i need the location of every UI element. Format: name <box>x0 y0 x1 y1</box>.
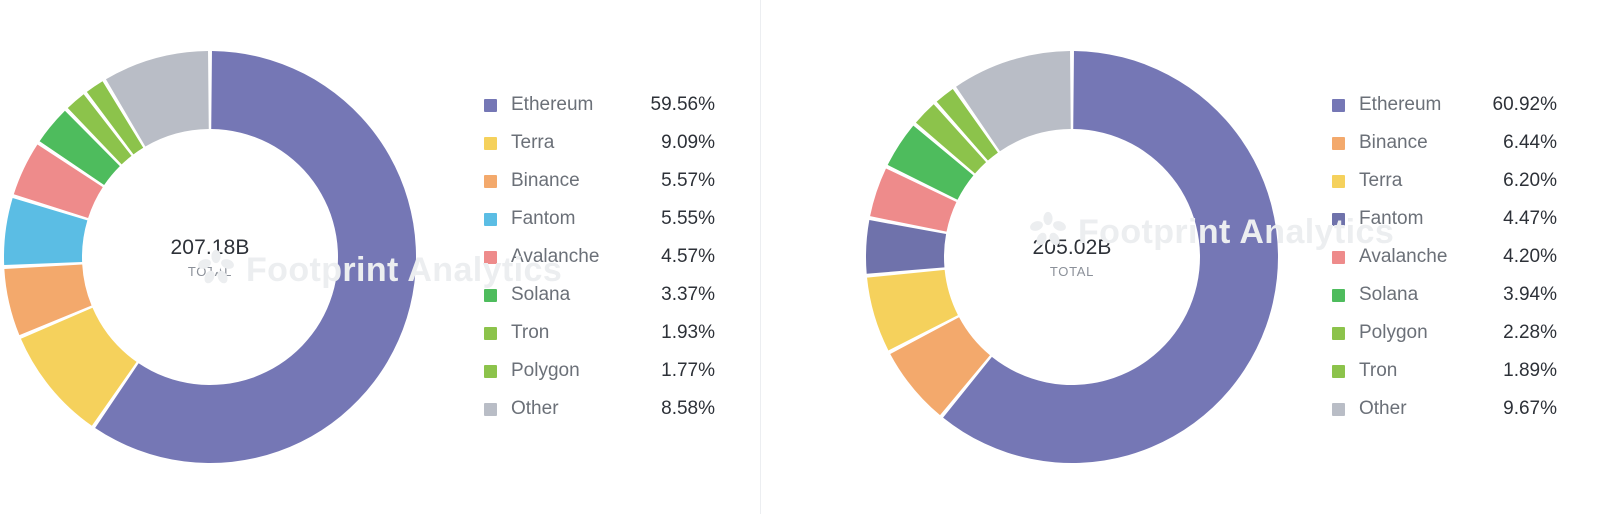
legend-item-value: 8.58% <box>637 398 715 420</box>
legend-row[interactable]: Other8.58% <box>484 390 715 428</box>
donut-svg-right[interactable] <box>852 37 1292 477</box>
legend-color-swatch <box>484 175 497 188</box>
legend-color-swatch <box>1332 327 1345 340</box>
legend-row[interactable]: Fantom5.55% <box>484 200 715 238</box>
legend-row[interactable]: Terra9.09% <box>484 124 715 162</box>
legend-color-swatch <box>484 327 497 340</box>
legend-item-value: 6.20% <box>1477 170 1557 192</box>
legend-item-value: 1.89% <box>1477 360 1557 382</box>
legend-color-swatch <box>484 403 497 416</box>
legend-item-label: Fantom <box>1359 208 1477 230</box>
legend-row[interactable]: Tron1.93% <box>484 314 715 352</box>
legend-color-swatch <box>484 99 497 112</box>
legend-item-label: Other <box>1359 398 1477 420</box>
legend-row[interactable]: Binance5.57% <box>484 162 715 200</box>
legend-color-swatch <box>1332 289 1345 302</box>
legend-row[interactable]: Polygon2.28% <box>1332 314 1557 352</box>
legend-item-value: 60.92% <box>1477 94 1557 116</box>
legend-item-label: Fantom <box>511 208 637 230</box>
legend-item-value: 3.94% <box>1477 284 1557 306</box>
legend-row[interactable]: Solana3.94% <box>1332 276 1557 314</box>
chart-panel-right: 205.02B TOTAL Ethereum60.92%Binance6.44%… <box>760 0 1600 514</box>
legend-item-value: 1.93% <box>637 322 715 344</box>
legend-item-value: 6.44% <box>1477 132 1557 154</box>
legend-item-value: 5.55% <box>637 208 715 230</box>
legend-item-value: 4.47% <box>1477 208 1557 230</box>
legend-item-label: Tron <box>1359 360 1477 382</box>
donut-svg-left[interactable] <box>0 37 430 477</box>
legend-item-label: Avalanche <box>511 246 637 268</box>
legend-row[interactable]: Polygon1.77% <box>484 352 715 390</box>
legend-row[interactable]: Other9.67% <box>1332 390 1557 428</box>
legend-color-swatch <box>1332 99 1345 112</box>
legend-color-swatch <box>1332 213 1345 226</box>
legend-row[interactable]: Ethereum59.56% <box>484 86 715 124</box>
legend-item-label: Tron <box>511 322 637 344</box>
legend-item-label: Solana <box>511 284 637 306</box>
legend-color-swatch <box>1332 365 1345 378</box>
legend-item-value: 9.67% <box>1477 398 1557 420</box>
legend-row[interactable]: Fantom4.47% <box>1332 200 1557 238</box>
legend-item-value: 1.77% <box>637 360 715 382</box>
chart-panel-left: 207.18B TOTAL Ethereum59.56%Terra9.09%Bi… <box>0 0 760 514</box>
legend-item-value: 3.37% <box>637 284 715 306</box>
donut-chart-left[interactable]: 207.18B TOTAL <box>0 37 430 477</box>
legend-item-label: Terra <box>1359 170 1477 192</box>
dual-donut-chart-board: 207.18B TOTAL Ethereum59.56%Terra9.09%Bi… <box>0 0 1600 514</box>
legend-item-value: 4.57% <box>637 246 715 268</box>
legend-row[interactable]: Avalanche4.57% <box>484 238 715 276</box>
legend-item-label: Ethereum <box>511 94 637 116</box>
legend-color-swatch <box>1332 137 1345 150</box>
legend-item-label: Polygon <box>511 360 637 382</box>
legend-row[interactable]: Solana3.37% <box>484 276 715 314</box>
legend-item-label: Binance <box>1359 132 1477 154</box>
legend-row[interactable]: Tron1.89% <box>1332 352 1557 390</box>
legend-color-swatch <box>484 251 497 264</box>
legend-item-value: 2.28% <box>1477 322 1557 344</box>
legend-item-value: 59.56% <box>637 94 715 116</box>
legend-item-label: Polygon <box>1359 322 1477 344</box>
legend-item-label: Other <box>511 398 637 420</box>
legend-left: Ethereum59.56%Terra9.09%Binance5.57%Fant… <box>484 86 715 428</box>
legend-row[interactable]: Binance6.44% <box>1332 124 1557 162</box>
legend-item-value: 5.57% <box>637 170 715 192</box>
legend-color-swatch <box>484 213 497 226</box>
legend-color-swatch <box>1332 251 1345 264</box>
legend-row[interactable]: Avalanche4.20% <box>1332 238 1557 276</box>
legend-color-swatch <box>484 365 497 378</box>
donut-chart-right[interactable]: 205.02B TOTAL <box>852 37 1292 477</box>
legend-item-label: Binance <box>511 170 637 192</box>
legend-item-value: 9.09% <box>637 132 715 154</box>
legend-color-swatch <box>484 137 497 150</box>
panel-divider <box>760 0 761 514</box>
legend-item-label: Solana <box>1359 284 1477 306</box>
legend-right: Ethereum60.92%Binance6.44%Terra6.20%Fant… <box>1332 86 1557 428</box>
legend-row[interactable]: Terra6.20% <box>1332 162 1557 200</box>
legend-item-value: 4.20% <box>1477 246 1557 268</box>
legend-item-label: Terra <box>511 132 637 154</box>
legend-row[interactable]: Ethereum60.92% <box>1332 86 1557 124</box>
legend-color-swatch <box>484 289 497 302</box>
legend-item-label: Avalanche <box>1359 246 1477 268</box>
legend-item-label: Ethereum <box>1359 94 1477 116</box>
legend-color-swatch <box>1332 403 1345 416</box>
legend-color-swatch <box>1332 175 1345 188</box>
